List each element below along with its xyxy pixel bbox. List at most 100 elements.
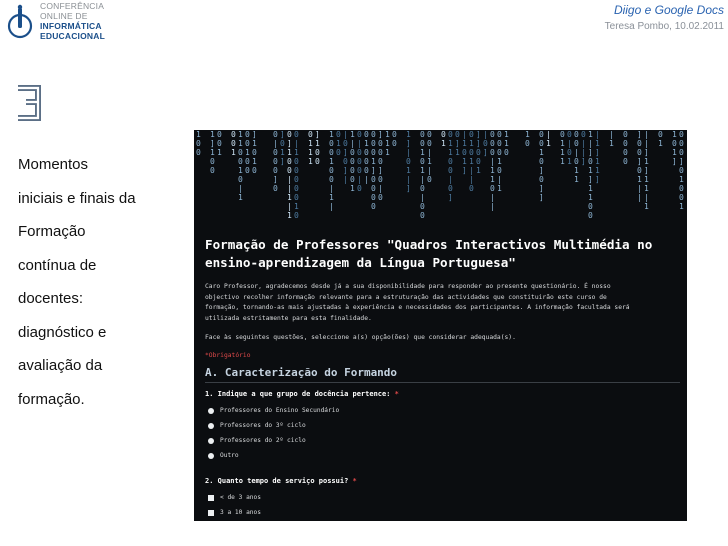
binary-rain-column: 0 1 1 1 [560, 130, 565, 166]
binary-rain-column: 0 1 1 0 0 | 0 ] [448, 130, 453, 202]
binary-rain-column: 1 0 [525, 130, 530, 148]
binary-rain-column: | 0 ] [483, 130, 488, 157]
binary-rain-column: | 1 [609, 130, 614, 148]
binary-rain-column: 0 1 0 [336, 130, 341, 157]
form-content: Formação de Professores "Quadros Interac… [205, 236, 680, 520]
binary-rain-column: 0 ] 1 [455, 130, 460, 157]
binary-rain-column: 1 ] | 0 1 | ] [406, 130, 411, 193]
section-heading: A. Caracterização do Formando [205, 366, 398, 379]
radio-button[interactable] [208, 452, 214, 459]
logo-line: CONFERÊNCIA [40, 1, 105, 11]
binary-rain-column: | | ] 1 ] 1 1 | 1 [644, 130, 649, 211]
radio-option[interactable]: Professores do 2º ciclo [208, 433, 680, 448]
binary-rain-column: 1 0 0 [196, 130, 201, 157]
text-line: Momentos [18, 156, 89, 173]
checkbox[interactable] [208, 494, 214, 501]
binary-rain-column: 0 1 0 0 0 | [364, 130, 369, 184]
section-divider [205, 382, 680, 383]
option-label: Professores do 3º ciclo [220, 422, 306, 429]
question-1: 1. Indique a que grupo de docência perte… [205, 390, 680, 398]
conference-logo: CONFERÊNCIA ONLINE DE INFORMÁTICA EDUCAC… [6, 0, 116, 48]
required-note: *Obrigatório [205, 352, 251, 359]
form-desc-line: formação, tornando-as mais ajustadas à e… [205, 304, 630, 311]
radio-option[interactable]: Professores do 3º ciclo [208, 418, 680, 433]
binary-rain-column: 0 | 1 0 0 0 0 0 1 0 [294, 130, 299, 220]
radio-option[interactable]: Professores do Ensino Secundário [208, 403, 680, 418]
binary-rain-column: 1 | ] 0 1 ] 1 1 0 0 [588, 130, 593, 220]
logo-icon [7, 4, 33, 39]
binary-rain-column: 0 1 [441, 130, 446, 148]
binary-rain-column: ] 1 0 1 0 [252, 130, 257, 175]
text-line: Formação [18, 223, 86, 240]
question-2-options: < de 3 anos 3 a 10 anos [205, 490, 680, 520]
checkbox-option[interactable]: < de 3 anos [208, 490, 680, 505]
form-title: Formação de Professores "Quadros Interac… [205, 236, 680, 272]
radio-option[interactable]: Outro [208, 448, 680, 463]
slide-body-text: Momentos iniciais e finais da Formação c… [18, 148, 168, 416]
text-line: docentes: [18, 290, 84, 307]
presentation-title: Diigo e Google Docs [613, 3, 724, 17]
form-desc-line: utilizada estritamente para esta finalid… [205, 314, 372, 322]
binary-rain-column: 0 0 1 0 ] 0 ] ] [539, 130, 544, 202]
binary-rain-column: 0 0 0 ] 0 1 0 0 1 [679, 130, 684, 211]
question-text: 2. Quanto tempo de serviço possui? [205, 477, 349, 485]
google-form-screenshot: 1 0 0 1 ] 1 0 0 0 0 1 0 0 1 1 1 0 0 1 0 … [194, 130, 687, 521]
form-desc-line: Caro Professor, agradecemos desde já a s… [205, 283, 611, 290]
checkbox[interactable] [208, 509, 214, 516]
radio-button[interactable] [208, 422, 214, 429]
binary-rain-column: 1 ] 1 0 0 [210, 130, 215, 175]
binary-rain-column: 0 0 0 1 ] 0 0 0 0 [371, 130, 376, 211]
binary-rain-column: 0 1 [658, 130, 663, 148]
binary-rain-column: ] ] 0 0 1 [476, 130, 481, 175]
option-label: Outro [220, 452, 239, 459]
text-line: diagnóstico e [18, 323, 107, 341]
binary-rain-column: | 1 ] 1 1 ] [595, 130, 600, 184]
text-line: avaliação da [18, 357, 103, 374]
binary-rain-column: ] 1 0 0 [315, 130, 320, 166]
binary-rain-column: 0 0 0 0 [623, 130, 628, 166]
binary-rain-column: 0 0 0 | 1 1 0 | | [490, 130, 495, 211]
question-1-options: Professores do Ensino Secundário Profess… [205, 403, 680, 463]
binary-rain-column: 0 0 | 0 1 1 [574, 130, 579, 184]
logo-text: CONFERÊNCIA ONLINE DE INFORMÁTICA EDUCAC… [40, 1, 105, 41]
slide-number-graphic: 3 [18, 85, 41, 121]
text-line: formação. [18, 390, 85, 408]
binary-rain-column: 0 0 0 1 0 | 1 [497, 130, 502, 193]
radio-button[interactable] [208, 407, 214, 414]
binary-rain-header: 1 0 0 1 ] 1 0 0 0 0 1 0 0 1 1 1 0 0 1 0 … [194, 130, 687, 225]
binary-rain-column: 0 | | ] [581, 130, 586, 166]
binary-rain-column: 0 0 1 0 0 [245, 130, 250, 175]
required-star: * [394, 390, 399, 398]
binary-rain-column: 0 1 0 1 | | 0 [469, 130, 474, 193]
binary-rain-column: 0 1 1 1 [308, 130, 313, 166]
binary-rain-column: 1 0 0 1 0 0 | 1 | [329, 130, 334, 211]
binary-rain-column: 1 | 0 0 0 0 1 [350, 130, 355, 193]
form-title-line: ensino-aprendizagem da Língua Portuguesa… [205, 255, 516, 270]
radio-button[interactable] [208, 437, 214, 444]
text-line: iniciais e finais da [18, 189, 136, 207]
binary-rain-column: ] 0 0 0 ] 0 | 0 [378, 130, 383, 202]
binary-rain-column: 0 ] 1 0 0 | | 1 | 1 [287, 130, 292, 220]
binary-rain-column: 1 1 0 0 1 0 | 1 [238, 130, 243, 202]
question-2: 2. Quanto tempo de serviço possui? * [205, 477, 680, 485]
binary-rain-column: 0 | 0 0 0 ] 0 [273, 130, 278, 193]
form-instruction: Face às seguintes questões, seleccione a… [205, 334, 516, 341]
option-label: < de 3 anos [220, 494, 261, 501]
binary-rain-column: 1 0 1 ] [672, 130, 677, 166]
logo-line: INFORMÁTICA [40, 21, 102, 31]
binary-rain-column: 0 0 1 [217, 130, 222, 157]
binary-rain-column: 0 | 0 0 0 | 0 [357, 130, 362, 193]
option-label: 3 a 10 anos [220, 509, 261, 516]
binary-rain-column: 0 | 0 1 [567, 130, 572, 166]
binary-rain-column: | 1 [546, 130, 551, 148]
binary-rain-column: 0 0 | 1 | 0 [427, 130, 432, 184]
binary-rain-column: ] 0 1 ] [280, 130, 285, 166]
author-date: Teresa Pombo, 10.02.2011 [604, 21, 724, 32]
logo-line: EDUCACIONAL [40, 31, 106, 41]
checkbox-option[interactable]: 3 a 10 anos [208, 505, 680, 520]
binary-rain-column: 1 1 1 [385, 130, 390, 157]
binary-rain-column: | 1 0 1 ] [462, 130, 467, 175]
required-star: * [352, 477, 357, 485]
binary-rain-column: 0 0 1 0 1 | 0 | 0 0 [420, 130, 425, 220]
text-line: contínua de [18, 256, 97, 274]
